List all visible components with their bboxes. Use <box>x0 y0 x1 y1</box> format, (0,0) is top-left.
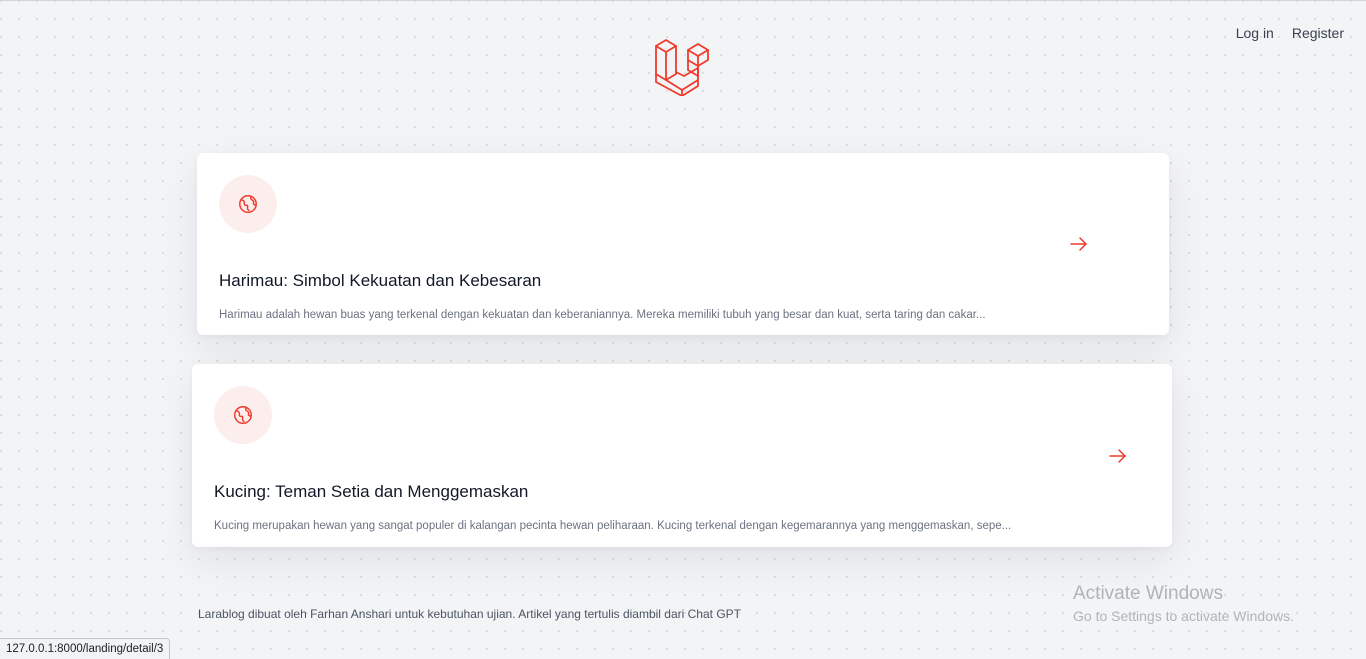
article-excerpt: Harimau adalah hewan buas yang terkenal … <box>219 308 986 321</box>
arrow-right-icon[interactable] <box>1070 237 1088 251</box>
footer-text: Larablog dibuat oleh Farhan Anshari untu… <box>198 607 741 621</box>
article-title[interactable]: Kucing: Teman Setia dan Menggemaskan <box>214 482 528 502</box>
globe-icon <box>239 195 257 213</box>
watermark-subtitle: Go to Settings to activate Windows. <box>1073 608 1294 624</box>
article-title[interactable]: Harimau: Simbol Kekuatan dan Kebesaran <box>219 271 541 291</box>
register-link[interactable]: Register <box>1292 25 1344 41</box>
window-top-border <box>0 0 1366 1</box>
auth-nav: Log in Register <box>1236 25 1344 41</box>
login-link[interactable]: Log in <box>1236 25 1274 41</box>
article-card[interactable]: Harimau: Simbol Kekuatan dan Kebesaran H… <box>197 153 1169 335</box>
icon-badge <box>214 386 272 444</box>
article-card[interactable]: Kucing: Teman Setia dan Menggemaskan Kuc… <box>192 364 1172 547</box>
article-excerpt: Kucing merupakan hewan yang sangat popul… <box>214 519 1012 532</box>
laravel-logo-icon <box>654 38 712 97</box>
status-bar-url: 127.0.0.1:8000/landing/detail/3 <box>0 638 171 659</box>
windows-activation-watermark: Activate Windows Go to Settings to activ… <box>1073 583 1294 626</box>
icon-badge <box>219 175 277 233</box>
arrow-right-icon[interactable] <box>1109 449 1127 463</box>
watermark-title: Activate Windows <box>1073 583 1223 604</box>
globe-icon <box>234 406 252 424</box>
